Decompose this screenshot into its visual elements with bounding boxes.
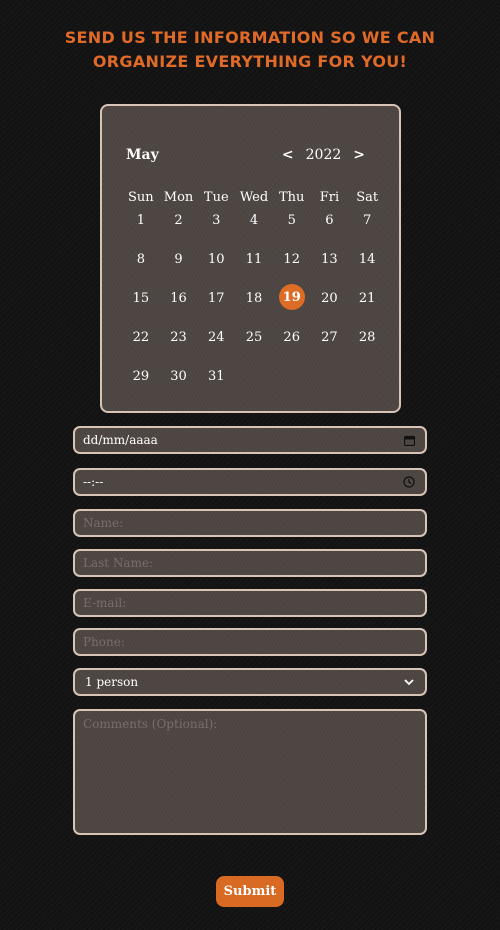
calendar-day-number: 1 (136, 213, 145, 228)
calendar-day[interactable]: 8 (122, 252, 160, 291)
calendar-day[interactable]: 14 (348, 252, 386, 291)
weekday-header: Sun Mon Tue Wed Thu Fri Sat (122, 190, 386, 205)
time-field[interactable]: --:-- (73, 468, 427, 496)
calendar-day-number: 18 (245, 291, 263, 306)
calendar-day[interactable]: 23 (160, 330, 198, 369)
calendar-day[interactable]: 6 (311, 213, 349, 252)
calendar-day-number: 5 (287, 213, 296, 228)
calendar-day[interactable]: 27 (311, 330, 349, 369)
comments-field[interactable] (73, 709, 427, 835)
calendar-icon[interactable] (401, 432, 417, 448)
calendar-day-number: 3 (212, 213, 221, 228)
calendar-day[interactable]: 20 (311, 291, 349, 330)
calendar-day[interactable]: 13 (311, 252, 349, 291)
calendar-day[interactable]: 21 (348, 291, 386, 330)
people-select-value: 1 person (85, 675, 139, 689)
calendar-day[interactable]: 5 (273, 213, 311, 252)
calendar-day-selected[interactable]: 19 (273, 284, 311, 330)
calendar-day[interactable]: 9 (160, 252, 198, 291)
phone-field[interactable] (73, 628, 427, 656)
calendar-day[interactable]: 25 (235, 330, 273, 369)
name-input[interactable] (75, 511, 425, 535)
clock-icon[interactable] (401, 474, 417, 490)
calendar-day-number: 31 (208, 369, 225, 384)
calendar-days-grid: 1 2 3 4 5 6 7 8 9 10 11 12 13 14 15 16 17 18 19 20 21 22 23 24 2… (122, 213, 386, 408)
calendar-day[interactable]: 3 (197, 213, 235, 252)
calendar-day-number: 22 (132, 330, 150, 345)
calendar-day-number: 24 (208, 330, 225, 345)
calendar-day[interactable]: 29 (122, 369, 160, 408)
lastname-field[interactable] (73, 549, 427, 577)
calendar-day[interactable]: 1 (122, 213, 160, 252)
calendar-day-number: 14 (358, 252, 376, 267)
prev-year-button[interactable]: < (282, 147, 294, 163)
calendar-day[interactable]: 16 (160, 291, 198, 330)
weekday-label: Tue (203, 190, 229, 205)
calendar-day-number: 8 (136, 252, 145, 267)
calendar-day-number: 15 (132, 291, 150, 306)
calendar-day-number: 20 (321, 291, 338, 306)
calendar-day[interactable]: 2 (160, 213, 198, 252)
calendar-day-number: 23 (170, 330, 187, 345)
lastname-input[interactable] (75, 551, 425, 575)
time-placeholder: --:-- (83, 475, 104, 489)
comments-textarea[interactable] (75, 711, 425, 833)
calendar-day-number: 9 (174, 252, 183, 267)
phone-input[interactable] (75, 630, 425, 654)
weekday-label: Mon (163, 190, 194, 205)
chevron-down-icon[interactable] (401, 674, 417, 690)
calendar-day-number: 27 (321, 330, 338, 345)
calendar-day-number: 16 (170, 291, 187, 306)
page-heading: SEND US THE INFORMATION SO WE CAN ORGANI… (64, 28, 436, 71)
calendar-day-number: 26 (283, 330, 300, 345)
calendar-day[interactable]: 22 (122, 330, 160, 369)
calendar-day-number: 29 (132, 369, 150, 384)
calendar-day-number: 13 (321, 252, 338, 267)
calendar-day-number: 19 (278, 284, 305, 310)
weekday-label: Sun (128, 190, 154, 205)
email-field[interactable] (73, 589, 427, 617)
calendar-day[interactable]: 4 (235, 213, 273, 252)
calendar-year: 2022 (305, 147, 342, 163)
calendar-day[interactable]: 11 (235, 252, 273, 291)
email-input[interactable] (75, 591, 425, 615)
submit-button[interactable]: Submit (216, 876, 284, 907)
calendar-day-number: 10 (208, 252, 225, 267)
weekday-label: Wed (239, 190, 269, 205)
calendar-day[interactable]: 26 (273, 330, 311, 369)
calendar-day[interactable]: 7 (348, 213, 386, 252)
calendar-day[interactable]: 17 (197, 291, 235, 330)
calendar-day-number: 30 (170, 369, 187, 384)
calendar-day-number: 17 (208, 291, 225, 306)
calendar-day-number: 6 (325, 213, 334, 228)
date-placeholder: dd/mm/aaaa (83, 433, 158, 447)
calendar-day-number: 28 (358, 330, 376, 345)
weekday-label: Sat (356, 190, 379, 205)
calendar-day-number: 4 (249, 213, 259, 228)
calendar-day[interactable]: 15 (122, 291, 160, 330)
calendar-month: May (126, 147, 159, 163)
calendar-widget: May < 2022 > Sun Mon Tue Wed Thu Fri Sat… (100, 104, 401, 413)
calendar-year-nav: < 2022 > (282, 147, 365, 163)
calendar-day-number: 7 (363, 213, 372, 228)
calendar-day-number: 12 (283, 252, 300, 267)
calendar-day[interactable]: 18 (235, 291, 273, 330)
calendar-day-number: 2 (174, 213, 183, 228)
name-field[interactable] (73, 509, 427, 537)
weekday-label: Thu (278, 190, 305, 205)
calendar-day-number: 11 (245, 252, 263, 267)
calendar-day[interactable]: 10 (197, 252, 235, 291)
calendar-day[interactable]: 24 (197, 330, 235, 369)
calendar-day-number: 25 (245, 330, 263, 345)
calendar-day-number: 21 (358, 291, 376, 306)
weekday-label: Fri (319, 190, 340, 205)
next-year-button[interactable]: > (353, 147, 365, 163)
people-select-field[interactable]: 1 person (73, 668, 427, 696)
calendar-day[interactable]: 31 (197, 369, 235, 408)
calendar-day[interactable]: 30 (160, 369, 198, 408)
calendar-day[interactable]: 28 (348, 330, 386, 369)
date-field[interactable]: dd/mm/aaaa (73, 426, 427, 454)
